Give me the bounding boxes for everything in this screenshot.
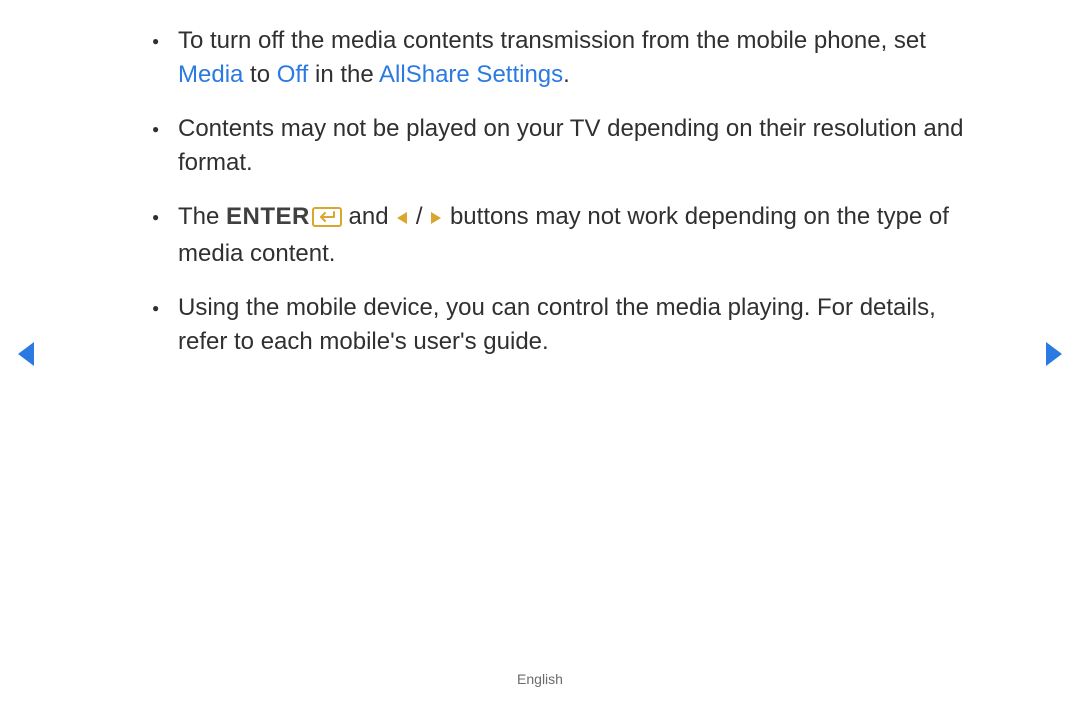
- right-triangle-icon: [429, 202, 443, 236]
- footer-language: English: [0, 671, 1080, 687]
- highlight-off: Off: [277, 61, 309, 88]
- enter-icon: [312, 203, 342, 237]
- text: to: [243, 61, 276, 88]
- bullet-item-4: Using the mobile device, you can control…: [150, 291, 980, 359]
- highlight-media: Media: [178, 61, 243, 88]
- text: /: [409, 203, 429, 230]
- page-content: To turn off the media contents transmiss…: [150, 24, 980, 379]
- left-arrow-icon: [14, 340, 38, 368]
- text: and: [342, 203, 395, 230]
- text: Using the mobile device, you can control…: [178, 294, 936, 355]
- text: in the: [308, 61, 379, 88]
- text: The: [178, 203, 226, 230]
- right-arrow-icon: [1042, 340, 1066, 368]
- next-page-button[interactable]: [1042, 340, 1066, 373]
- left-triangle-icon: [395, 202, 409, 236]
- bullet-item-3: The ENTER and / buttons may not work dep…: [150, 200, 980, 271]
- highlight-allshare-settings: AllShare Settings: [379, 61, 563, 88]
- text: To turn off the media contents transmiss…: [178, 27, 926, 54]
- text: Contents may not be played on your TV de…: [178, 115, 963, 176]
- enter-label: ENTER: [226, 203, 310, 230]
- bullet-item-2: Contents may not be played on your TV de…: [150, 112, 980, 180]
- bullet-item-1: To turn off the media contents transmiss…: [150, 24, 980, 92]
- bullet-list: To turn off the media contents transmiss…: [150, 24, 980, 359]
- text: .: [563, 61, 570, 88]
- prev-page-button[interactable]: [14, 340, 38, 373]
